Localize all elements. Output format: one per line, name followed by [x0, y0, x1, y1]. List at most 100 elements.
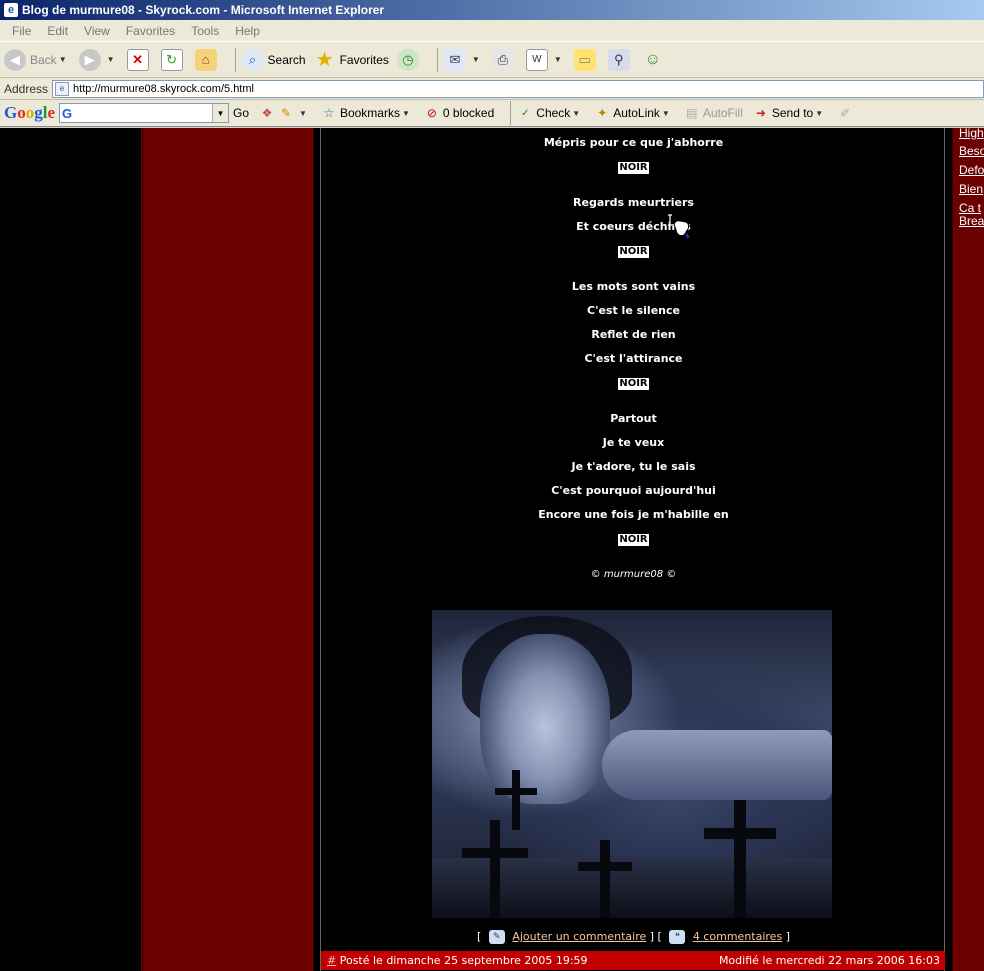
- comments-count-link[interactable]: 4 commentaires: [693, 930, 782, 943]
- right-sidebar-links: High Beso Defo Bien Ca t Brea: [959, 128, 984, 228]
- refresh-button[interactable]: ↻: [160, 48, 187, 71]
- mail-dropdown-icon[interactable]: ▼: [472, 55, 480, 64]
- bracket: [: [477, 930, 482, 943]
- image-grave-cross: [734, 800, 746, 918]
- image-grave-cross: [512, 770, 520, 830]
- sendto-dropdown-icon[interactable]: ▼: [815, 109, 823, 118]
- favorites-label: Favorites: [339, 52, 389, 67]
- menu-file[interactable]: File: [4, 24, 39, 38]
- stop-button[interactable]: ✕: [126, 48, 153, 71]
- research-icon: ⚲: [607, 48, 630, 71]
- check-dropdown-icon[interactable]: ▼: [572, 109, 580, 118]
- forward-button[interactable]: ▶ ▼: [78, 48, 119, 71]
- edit-dropdown-icon[interactable]: ▼: [554, 55, 562, 64]
- bookmarks-star-icon: ☆: [323, 106, 335, 120]
- history-icon: ◷: [396, 48, 419, 71]
- sidebar-link[interactable]: Defo: [959, 161, 984, 180]
- sidebar-link[interactable]: High: [959, 128, 984, 142]
- post-footer: # Posté le dimanche 25 septembre 2005 19…: [321, 951, 946, 970]
- menu-view[interactable]: View: [76, 24, 118, 38]
- stanza-gap: [321, 398, 946, 410]
- google-search-dropdown-icon[interactable]: ▼: [212, 104, 229, 122]
- autolink-button[interactable]: ✦ AutoLink ▼: [594, 105, 674, 121]
- google-toolbar: Google G ▼ Go ❖ ✎ ▼ ☆ Bookmarks ▼ ⊘ 0 bl…: [0, 100, 984, 127]
- autofill-icon: ▤: [686, 106, 698, 120]
- autofill-button[interactable]: ▤ AutoFill: [684, 105, 743, 121]
- forward-dropdown-icon[interactable]: ▼: [107, 55, 115, 64]
- sidebar-link[interactable]: Beso: [959, 142, 984, 161]
- toolbar-separator-2: [436, 47, 438, 72]
- stanza-gap: [321, 554, 946, 566]
- image-face-shape: [480, 634, 610, 804]
- modified-date: Modifié le mercredi 22 mars 2006 16:03: [718, 954, 940, 967]
- sendto-button[interactable]: ➜ Send to ▼: [753, 105, 827, 121]
- poem-refrain: NOIR: [321, 530, 946, 554]
- page-viewport[interactable]: Mépris pour ce que j'abhorre NOIR Regard…: [0, 128, 984, 971]
- post-date: # Posté le dimanche 25 septembre 2005 19…: [327, 954, 588, 967]
- research-button[interactable]: ⚲: [607, 48, 634, 71]
- menu-bar: File Edit View Favorites Tools Help: [0, 20, 984, 42]
- bookmarks-button[interactable]: ☆ Bookmarks ▼: [321, 105, 414, 121]
- sidebar-link[interactable]: Brea: [959, 214, 984, 228]
- highlighter-pen-icon: ✐: [840, 106, 851, 120]
- poem-line: C'est pourquoi aujourd'hui: [551, 484, 716, 497]
- mail-icon: ✉: [443, 48, 466, 71]
- edit-button[interactable]: W ▼: [525, 48, 566, 71]
- spellcheck-button[interactable]: ✓ Check ▼: [517, 105, 584, 121]
- google-options-button[interactable]: ❖ ✎ ▼: [259, 105, 311, 121]
- mail-button[interactable]: ✉ ▼: [443, 48, 484, 71]
- favorites-button[interactable]: ★ Favorites: [314, 49, 389, 71]
- google-logo[interactable]: Google: [4, 103, 55, 123]
- print-button[interactable]: ⎙: [491, 48, 518, 71]
- image-arm-shape: [602, 730, 832, 800]
- bookmarks-dropdown-icon[interactable]: ▼: [402, 109, 410, 118]
- poem-line: C'est l'attirance: [584, 352, 683, 365]
- page-icon: e: [55, 81, 70, 96]
- ie-logo-icon: e: [4, 3, 18, 17]
- address-label: Address: [4, 81, 49, 96]
- image-grave-cross: [495, 788, 537, 795]
- spellcheck-icon: ✓: [521, 107, 530, 119]
- permalink-hash[interactable]: #: [327, 954, 336, 967]
- image-grave-cross: [578, 862, 632, 871]
- messenger-button[interactable]: ☺: [642, 49, 668, 71]
- poem-refrain: NOIR: [321, 374, 946, 398]
- window-title-bar: e Blog de murmure08 - Skyrock.com - Micr…: [0, 0, 984, 20]
- sidebar-link[interactable]: Ca t: [959, 199, 984, 215]
- menu-help[interactable]: Help: [227, 24, 268, 38]
- history-button[interactable]: ◷: [396, 48, 423, 71]
- sidebar-link[interactable]: Bien: [959, 180, 984, 199]
- search-icon: ⌕: [241, 48, 264, 71]
- autofill-label: AutoFill: [702, 106, 743, 120]
- home-button[interactable]: ⌂: [194, 48, 221, 71]
- back-dropdown-icon[interactable]: ▼: [59, 55, 67, 64]
- poem-line: C'est le silence: [587, 304, 680, 317]
- highlighter-button[interactable]: ✐: [837, 105, 856, 121]
- options-dropdown-icon[interactable]: ▼: [299, 109, 307, 118]
- menu-favorites[interactable]: Favorites: [118, 24, 183, 38]
- right-gutter: [945, 128, 952, 971]
- autolink-dropdown-icon[interactable]: ▼: [662, 109, 670, 118]
- poem-text: Mépris pour ce que j'abhorre NOIR Regard…: [321, 134, 946, 590]
- search-label: Search: [267, 52, 306, 67]
- home-icon: ⌂: [194, 48, 217, 71]
- add-comment-icon[interactable]: ✎: [488, 930, 505, 944]
- popup-blocked-icon: ⊘: [426, 106, 437, 120]
- google-search-input[interactable]: G ▼: [59, 103, 230, 123]
- bookmarks-label: Bookmarks: [339, 106, 400, 120]
- address-input[interactable]: e http://murmure08.skyrock.com/5.html: [52, 79, 984, 98]
- popup-blocker-button[interactable]: ⊘ 0 blocked: [424, 105, 494, 121]
- menu-edit[interactable]: Edit: [39, 24, 76, 38]
- favorites-star-icon: ★: [315, 49, 334, 71]
- menu-tools[interactable]: Tools: [183, 24, 227, 38]
- discuss-button[interactable]: ▭: [573, 48, 600, 71]
- poem-line: Et coeurs déchirés: [576, 220, 691, 233]
- address-url: http://murmure08.skyrock.com/5.html: [73, 82, 254, 95]
- poem-line: Encore une fois je m'habille en: [538, 508, 729, 521]
- google-go-button[interactable]: Go: [233, 106, 249, 120]
- blog-article: Mépris pour ce que j'abhorre NOIR Regard…: [320, 128, 946, 971]
- back-button[interactable]: ◀ Back ▼: [4, 48, 71, 71]
- comments-speech-icon[interactable]: ❝: [669, 930, 686, 944]
- search-button[interactable]: ⌕ Search: [241, 48, 306, 71]
- add-comment-link[interactable]: Ajouter un commentaire: [512, 930, 646, 943]
